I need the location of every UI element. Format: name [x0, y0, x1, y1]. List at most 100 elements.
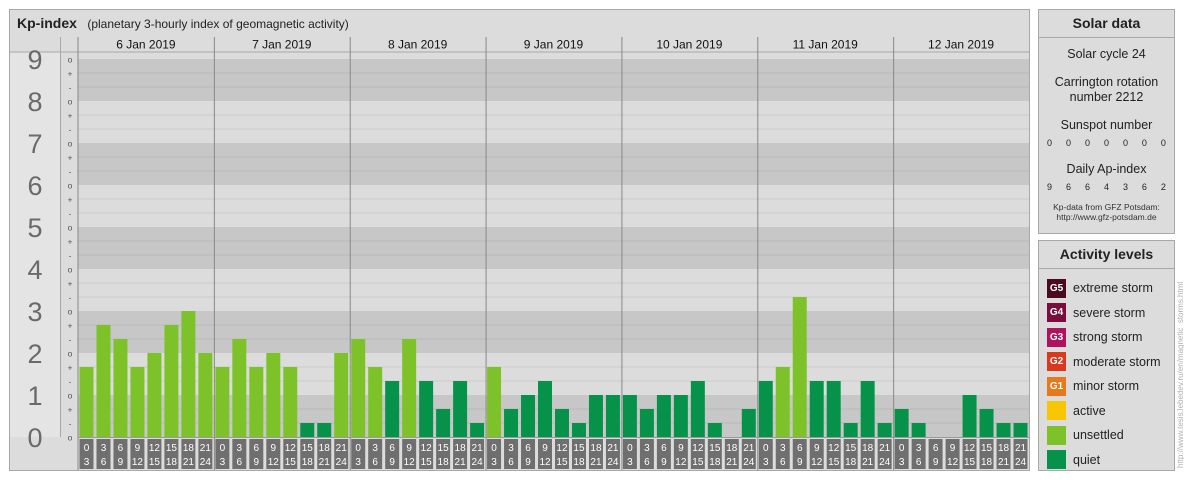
kp-bar: [249, 366, 264, 437]
day-label: 12 Jan 2019: [928, 38, 994, 52]
interval-end-label: 15: [556, 457, 568, 468]
kp-bar: [79, 366, 94, 437]
interval-end-label: 12: [132, 457, 144, 468]
y-subtick-label: o: [68, 181, 73, 191]
ap-value: 2: [1160, 182, 1166, 192]
interval-start-label: 3: [101, 443, 107, 454]
interval-start-label: 12: [149, 443, 161, 454]
interval-start-label: 18: [455, 443, 467, 454]
legend-item: G4 severe storm: [1047, 301, 1174, 326]
interval-end-label: 12: [811, 457, 823, 468]
interval-start-label: 0: [355, 443, 361, 454]
kp-bar: [215, 366, 230, 437]
y-subtick-label: -: [69, 419, 72, 429]
legend-item: unsettled: [1047, 423, 1174, 448]
interval-start-label: 9: [678, 443, 684, 454]
carrington-line-1: Carrington rotation: [1054, 75, 1159, 89]
interval-start-label: 3: [372, 443, 378, 454]
grid-band: [78, 311, 1029, 353]
interval-start-label: 3: [644, 443, 650, 454]
kp-bar: [690, 381, 705, 437]
watermark: http://www.tesis.lebedev.ru/en/magnetic_…: [1176, 281, 1184, 468]
kp-bar: [860, 381, 875, 437]
kp-bar: [198, 353, 213, 437]
interval-start-label: 18: [319, 443, 331, 454]
interval-end-label: 9: [389, 457, 395, 468]
interval-end-label: 9: [254, 457, 260, 468]
legend-item: G5 extreme storm: [1047, 276, 1174, 301]
interval-end-label: 6: [644, 457, 650, 468]
interval-end-label: 3: [220, 457, 226, 468]
interval-end-label: 6: [916, 457, 922, 468]
kp-bar: [826, 381, 841, 437]
kp-bar: [266, 353, 281, 437]
interval-start-label: 15: [981, 443, 993, 454]
interval-start-label: 0: [627, 443, 633, 454]
interval-start-label: 21: [879, 443, 891, 454]
interval-start-label: 18: [726, 443, 738, 454]
sunspot-value: 0: [1084, 138, 1090, 148]
interval-start-label: 15: [573, 443, 585, 454]
interval-start-label: 21: [1015, 443, 1027, 454]
kp-bar-chart: 0123456789o-+o-+o-+o-+o-+o-+o-+o-+o-+o6 …: [10, 37, 1029, 470]
interval-end-label: 24: [1015, 457, 1027, 468]
y-tick-label: 7: [27, 129, 42, 159]
kp-bar: [147, 353, 162, 437]
interval-end-label: 15: [692, 457, 704, 468]
interval-start-label: 9: [542, 443, 548, 454]
y-subtick-label: -: [69, 335, 72, 345]
interval-end-label: 9: [661, 457, 667, 468]
day-label: 8 Jan 2019: [388, 38, 448, 52]
kp-bar: [368, 366, 383, 437]
legend-label: severe storm: [1073, 305, 1146, 320]
kp-bar: [334, 353, 349, 437]
y-tick-label: 0: [27, 423, 42, 453]
kp-bar: [130, 366, 145, 437]
legend-label: minor storm: [1073, 379, 1139, 394]
source-link[interactable]: http://www.gfz-potsdam.de: [1039, 212, 1174, 222]
interval-end-label: 3: [355, 457, 361, 468]
day-label: 10 Jan 2019: [656, 38, 722, 52]
grid-band: [78, 143, 1029, 185]
interval-start-label: 18: [998, 443, 1010, 454]
interval-end-label: 18: [573, 457, 585, 468]
interval-end-label: 3: [627, 457, 633, 468]
interval-start-label: 9: [271, 443, 277, 454]
y-subtick-label: +: [68, 69, 73, 79]
y-tick-label: 6: [27, 171, 42, 201]
legend-item: G1 minor storm: [1047, 374, 1174, 399]
y-subtick-label: -: [69, 125, 72, 135]
interval-end-label: 15: [964, 457, 976, 468]
day-label: 7 Jan 2019: [252, 38, 312, 52]
kp-bar: [894, 408, 909, 437]
interval-start-label: 0: [763, 443, 769, 454]
kp-bar: [317, 423, 332, 437]
interval-end-label: 6: [372, 457, 378, 468]
y-subtick-label: -: [69, 209, 72, 219]
interval-end-label: 6: [780, 457, 786, 468]
ap-value: 9: [1047, 182, 1053, 192]
kp-bar: [792, 297, 807, 437]
kp-bar: [555, 408, 569, 437]
kp-bar: [487, 366, 502, 437]
interval-start-label: 6: [118, 443, 124, 454]
interval-end-label: 21: [726, 457, 738, 468]
interval-end-label: 6: [508, 457, 514, 468]
legend-label: extreme storm: [1073, 281, 1153, 296]
y-tick-label: 1: [27, 381, 42, 411]
interval-start-label: 3: [780, 443, 786, 454]
interval-start-label: 12: [285, 443, 297, 454]
interval-start-label: 6: [797, 443, 803, 454]
interval-end-label: 21: [319, 457, 331, 468]
y-tick-label: 3: [27, 297, 42, 327]
legend-swatch: G3: [1047, 327, 1066, 347]
kp-bar: [656, 395, 671, 437]
interval-end-label: 12: [404, 457, 416, 468]
interval-end-label: 15: [421, 457, 433, 468]
day-label: 9 Jan 2019: [524, 38, 584, 52]
kp-bar: [300, 423, 315, 437]
interval-end-label: 9: [797, 457, 803, 468]
interval-end-label: 12: [675, 457, 687, 468]
legend-label: quiet: [1073, 452, 1101, 467]
source-line-1: Kp-data from GFZ Potsdam:: [1053, 202, 1160, 212]
